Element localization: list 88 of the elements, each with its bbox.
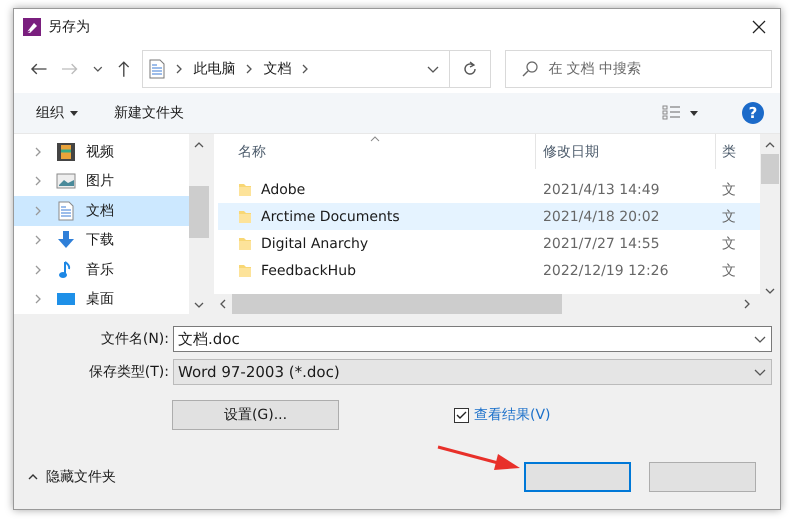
caret-down-icon xyxy=(70,110,78,116)
chevron-right-icon[interactable] xyxy=(34,206,42,216)
modified-date: 2021/4/18 20:02 xyxy=(542,208,661,226)
sidebar-item[interactable]: 视频 xyxy=(14,137,189,166)
file-type: 文 xyxy=(721,262,737,280)
chevron-right-icon[interactable] xyxy=(34,146,42,157)
chevron-right-icon xyxy=(245,64,254,74)
default-button[interactable] xyxy=(524,462,631,492)
checkmark-icon xyxy=(456,410,467,420)
folder-icon xyxy=(238,209,252,224)
file-type: 文 xyxy=(721,180,737,200)
modified-date: 2022/12/19 12:26 xyxy=(542,262,670,280)
help-button[interactable]: ? xyxy=(742,102,764,124)
video-icon xyxy=(56,142,76,162)
scroll-thumb[interactable] xyxy=(761,154,779,184)
scroll-up-icon xyxy=(765,142,775,148)
sidebar-item[interactable]: 桌面 xyxy=(14,284,189,314)
placeholder-text: 在 文档 中搜索 xyxy=(548,60,642,78)
chevron-right-icon[interactable] xyxy=(34,264,42,275)
back-arrow-icon[interactable] xyxy=(30,62,48,76)
file-type: 文 xyxy=(721,208,737,226)
file-type-dropdown[interactable]: Word 97-2003 (*.doc) xyxy=(173,359,772,385)
scroll-up-icon xyxy=(194,142,204,148)
close-icon[interactable] xyxy=(752,20,766,34)
folder-icon xyxy=(238,263,252,278)
chevron-right-icon xyxy=(301,64,310,74)
scroll-right-icon xyxy=(744,299,750,309)
view-options-icon[interactable] xyxy=(662,105,682,121)
folder-icon xyxy=(238,236,252,251)
document-icon xyxy=(149,59,166,79)
file-name[interactable]: Arctime Documents xyxy=(261,208,400,224)
download-icon xyxy=(56,230,76,250)
folder-icon xyxy=(238,182,252,197)
scroll-down-icon xyxy=(765,288,775,294)
file-row[interactable]: Digital Anarchy 2021/7/27 14:55 文 xyxy=(218,230,760,257)
file-row[interactable]: Adobe 2021/4/13 14:49 文 xyxy=(218,176,760,203)
file-name[interactable]: Adobe xyxy=(261,182,306,198)
chevron-right-icon xyxy=(175,64,184,74)
scroll-thumb[interactable] xyxy=(232,294,562,314)
picture-icon xyxy=(56,171,76,192)
refresh-icon xyxy=(462,61,478,77)
column-header[interactable]: 类 xyxy=(716,134,760,169)
field-label: 保存类型(T): xyxy=(88,363,170,381)
window-title: 另存为 xyxy=(48,18,90,36)
sort-caret-icon xyxy=(370,136,380,142)
chevron-right-icon[interactable] xyxy=(34,235,42,246)
checkbox-label[interactable]: 查看结果(V) xyxy=(474,406,551,424)
sidebar-item[interactable]: 文档 xyxy=(14,196,189,226)
settings-button[interactable]: 设置(G)... xyxy=(172,400,339,430)
breadcrumb-item[interactable]: 文档 xyxy=(263,60,292,78)
scroll-down-icon xyxy=(194,302,204,308)
file-type: 文 xyxy=(721,234,737,254)
file-name[interactable]: FeedbackHub xyxy=(261,262,356,278)
up-arrow-icon[interactable] xyxy=(116,60,130,78)
search-icon xyxy=(522,61,538,77)
caret-up-icon xyxy=(28,474,38,480)
dialog-button[interactable] xyxy=(649,462,756,492)
modified-date: 2021/7/27 14:55 xyxy=(542,234,661,254)
chevron-down-icon[interactable] xyxy=(92,65,103,73)
app-icon xyxy=(23,18,41,36)
column-header[interactable]: 名称 xyxy=(218,134,536,169)
file-row[interactable]: Arctime Documents 2021/4/18 20:02 文 xyxy=(218,203,760,230)
sidebar-item[interactable]: 下载 xyxy=(14,226,189,255)
file-name-field[interactable]: 文档.doc xyxy=(173,326,772,352)
breadcrumb-item[interactable]: 此电脑 xyxy=(193,60,236,78)
sidebar-item[interactable]: 图片 xyxy=(14,166,189,196)
address-bar[interactable]: 此电脑 文档 xyxy=(142,50,492,88)
new-folder-button[interactable]: 新建文件夹 xyxy=(114,104,184,122)
scroll-thumb[interactable] xyxy=(189,186,209,238)
field-label: 文件名(N): xyxy=(100,330,170,348)
forward-arrow-icon[interactable] xyxy=(61,62,79,76)
modified-date: 2021/4/13 14:49 xyxy=(542,180,661,200)
scroll-left-icon xyxy=(220,299,226,309)
dropdown-chevron-icon xyxy=(754,368,766,376)
checkbox[interactable] xyxy=(454,408,469,422)
hide-folders-toggle[interactable]: 隐藏文件夹 xyxy=(28,468,116,486)
document-icon xyxy=(56,200,76,221)
file-row[interactable]: FeedbackHub 2022/12/19 12:26 文 xyxy=(218,257,760,284)
dropdown-chevron-icon xyxy=(754,334,766,344)
organize-menu[interactable]: 组织 xyxy=(36,104,78,122)
column-header[interactable]: 修改日期 xyxy=(536,134,716,169)
file-name[interactable]: Digital Anarchy xyxy=(261,236,368,252)
caret-down-icon[interactable] xyxy=(690,110,698,116)
search-field[interactable]: 在 文档 中搜索 xyxy=(505,50,772,88)
dropdown-chevron-icon[interactable] xyxy=(427,64,440,74)
chevron-right-icon[interactable] xyxy=(34,294,42,304)
sidebar-item[interactable]: 音乐 xyxy=(14,255,189,284)
chevron-right-icon[interactable] xyxy=(34,176,42,186)
